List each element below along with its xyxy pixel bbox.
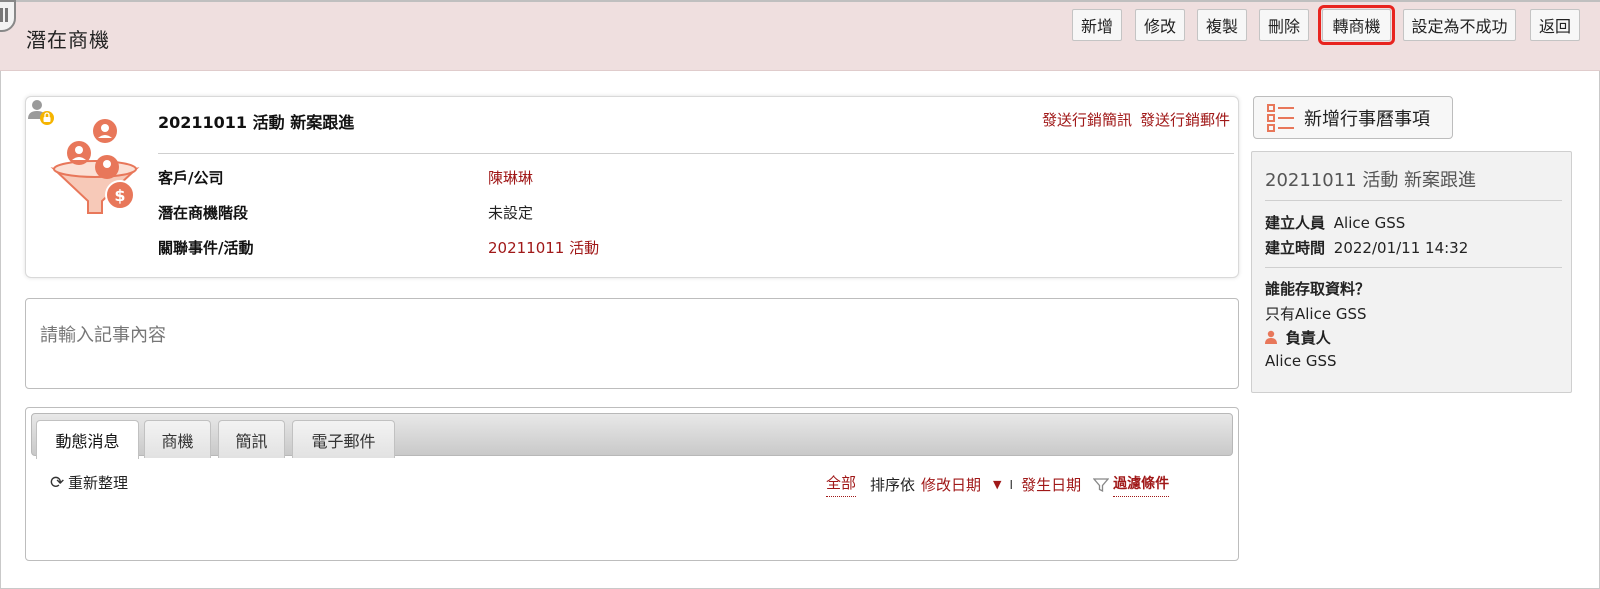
field-value-related-event[interactable]: 20211011 活動 [488, 237, 599, 258]
record-info-card: $ 20211011 活動 新案跟進 發送行銷簡訊 發送行銷郵件 客戶/公司 陳琳… [25, 96, 1239, 278]
sort-occurred-date-link[interactable]: 發生日期 [1021, 474, 1081, 495]
sidebar-collapse-handle[interactable] [0, 0, 16, 32]
note-input[interactable]: 請輸入記事內容 [25, 298, 1239, 389]
info-divider [158, 153, 1234, 154]
send-marketing-email-link[interactable]: 發送行銷郵件 [1140, 111, 1230, 129]
back-button[interactable]: 返回 [1530, 9, 1580, 41]
owner-row: 負責人 [1265, 327, 1331, 348]
page-title: 潛在商機 [26, 28, 110, 52]
sort-desc-caret-icon[interactable]: ▼ [993, 478, 1001, 491]
field-label-related-event: 關聯事件/活動 [158, 239, 254, 257]
creator-row: 建立人員 Alice GSS [1265, 212, 1405, 233]
creator-value: Alice GSS [1333, 214, 1406, 232]
record-title: 20211011 活動 新案跟進 [158, 113, 355, 132]
note-placeholder: 請輸入記事內容 [40, 325, 166, 346]
record-summary-panel: 20211011 活動 新案跟進 建立人員 Alice GSS 建立時間 202… [1251, 151, 1572, 393]
filter-all-link[interactable]: 全部 [826, 472, 857, 497]
send-marketing-sms-link[interactable]: 發送行銷簡訊 [1042, 111, 1132, 129]
access-value: 只有Alice GSS [1265, 305, 1367, 323]
filter-conditions-link[interactable]: 過濾條件 [1113, 473, 1170, 497]
checklist-icon [1267, 103, 1294, 132]
summary-divider-2 [1265, 267, 1562, 268]
tab-sms[interactable]: 簡訊 [218, 420, 285, 458]
add-calendar-item-button[interactable]: 新增行事曆事項 [1253, 96, 1453, 139]
created-time-value: 2022/01/11 14:32 [1333, 239, 1469, 257]
edit-button[interactable]: 修改 [1135, 9, 1185, 41]
tab-opportunities[interactable]: 商機 [144, 420, 211, 458]
copy-button[interactable]: 複製 [1197, 9, 1247, 41]
marketing-links: 發送行銷簡訊 發送行銷郵件 [1034, 109, 1230, 130]
field-label-stage: 潛在商機階段 [158, 204, 249, 222]
sort-filter-row: 全部 排序依 修改日期 ▼ I 發生日期 過濾條件 [826, 472, 1170, 497]
tab-bar: 動態消息 商機 簡訊 電子郵件 [31, 413, 1233, 459]
add-button[interactable]: 新增 [1072, 9, 1122, 41]
owner-label: 負責人 [1285, 329, 1331, 347]
tab-email[interactable]: 電子郵件 [292, 420, 395, 458]
creator-label: 建立人員 [1265, 214, 1326, 232]
person-icon [1265, 330, 1277, 344]
delete-button[interactable]: 刪除 [1259, 9, 1309, 41]
created-time-label: 建立時間 [1265, 239, 1326, 257]
field-label-customer: 客戶/公司 [158, 169, 224, 187]
summary-divider-1 [1265, 200, 1562, 201]
access-question: 誰能存取資料？ [1265, 280, 1371, 298]
tab-activity-feed[interactable]: 動態消息 [36, 420, 139, 459]
refresh-icon: ⟳ [50, 472, 65, 493]
convert-to-opportunity-button[interactable]: 轉商機 [1318, 5, 1395, 45]
created-time-row: 建立時間 2022/01/11 14:32 [1265, 237, 1468, 258]
set-failed-button[interactable]: 設定為不成功 [1403, 9, 1516, 41]
sort-modified-date-link[interactable]: 修改日期 [921, 474, 981, 495]
refresh-label: 重新整理 [68, 474, 129, 492]
owner-value: Alice GSS [1265, 352, 1337, 370]
filter-funnel-icon[interactable] [1093, 477, 1110, 493]
field-value-customer[interactable]: 陳琳琳 [488, 167, 533, 188]
add-calendar-item-label: 新增行事曆事項 [1304, 108, 1430, 130]
activity-panel: 動態消息 商機 簡訊 電子郵件 ⟳ 重新整理 全部 排序依 修改日期 ▼ I 發… [25, 407, 1239, 561]
field-value-stage: 未設定 [488, 204, 534, 222]
page-header: 潛在商機 新增 修改 複製 刪除 轉商機 設定為不成功 返回 [0, 0, 1600, 71]
svg-text:$: $ [114, 186, 125, 205]
sort-separator: I [1009, 477, 1014, 492]
lead-funnel-icon: $ [50, 119, 140, 214]
refresh-button[interactable]: ⟳ 重新整理 [50, 472, 128, 493]
sort-by-label: 排序依 [870, 476, 916, 494]
summary-title: 20211011 活動 新案跟進 [1265, 170, 1477, 191]
